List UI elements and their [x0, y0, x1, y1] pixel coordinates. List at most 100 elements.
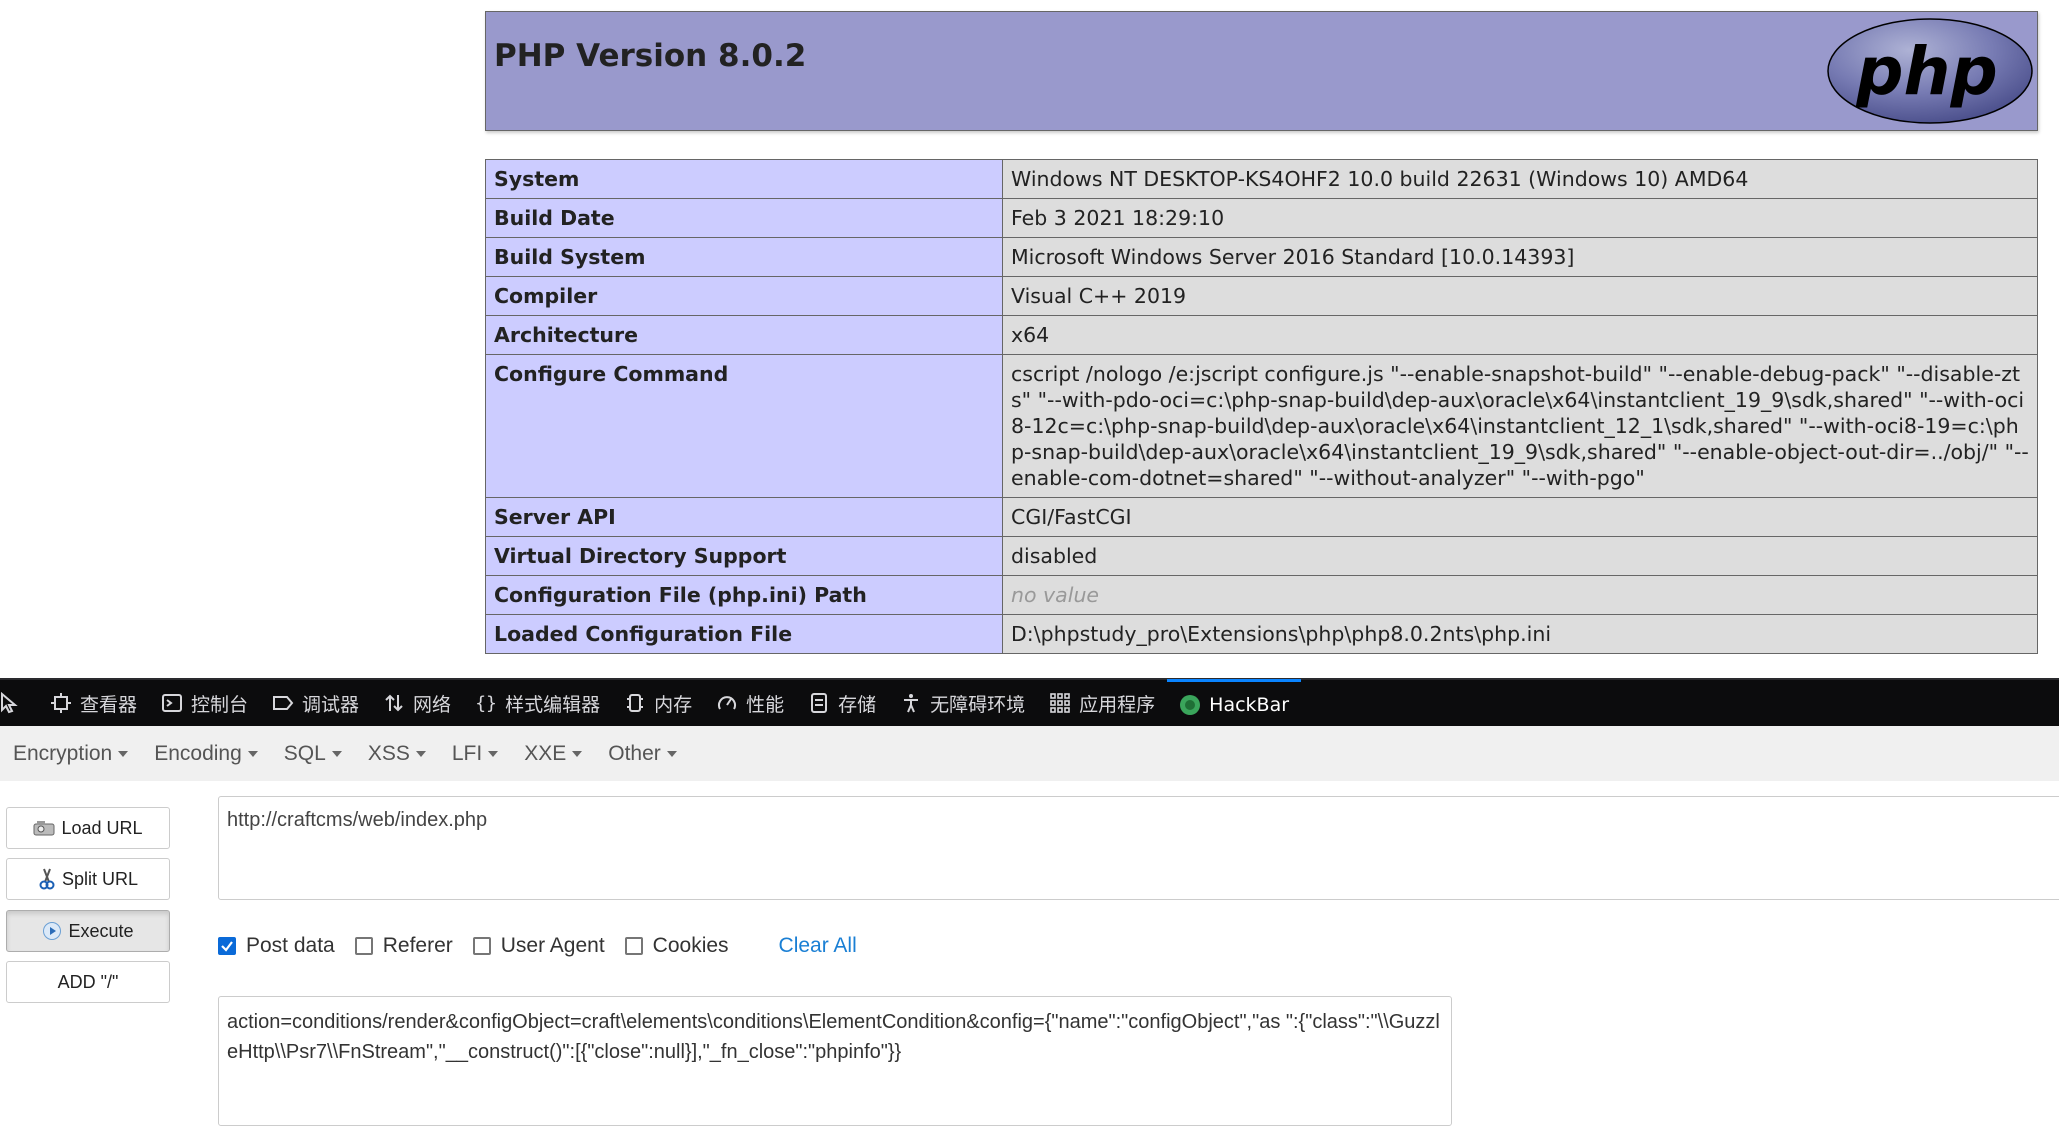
performance-icon: [716, 692, 738, 714]
debugger-icon: [272, 692, 294, 714]
referer-checkbox[interactable]: [354, 937, 373, 955]
menu-label: XXE: [524, 741, 567, 765]
phpinfo-value: D:\phpstudy_pro\Extensions\php\php8.0.2n…: [1002, 614, 2038, 654]
devtools-tab-label: 控制台: [191, 693, 249, 716]
scissors-icon: [38, 868, 56, 890]
accessibility-icon: [900, 692, 922, 714]
devtools-tab-label: 样式编辑器: [505, 693, 601, 716]
cookies-option[interactable]: Cookies: [624, 934, 729, 958]
user-agent-checkbox[interactable]: [472, 937, 491, 955]
phpinfo-page: PHP Version 8.0.2 php System Windows NT D…: [0, 0, 2059, 678]
caret-down-icon: [415, 750, 426, 757]
phpinfo-row: Compiler Visual C++ 2019: [485, 276, 2038, 316]
menu-sql[interactable]: SQL: [271, 742, 355, 766]
request-options: Post data Referer User Agent Cookies Cle…: [218, 926, 857, 966]
devtools-tab-debugger[interactable]: 调试器: [260, 681, 371, 725]
menu-encoding[interactable]: Encoding: [141, 742, 271, 766]
caret-down-icon: [247, 750, 258, 757]
devtools-tab-label: 查看器: [80, 693, 138, 716]
menu-label: Encryption: [13, 741, 113, 765]
load-url-button[interactable]: Load URL: [6, 807, 170, 849]
url-input[interactable]: http://craftcms/web/index.php: [218, 796, 2059, 900]
phpinfo-row: Configure Command cscript /nologo /e:jscr…: [485, 354, 2038, 498]
post-data-textarea[interactable]: action=conditions/render&configObject=cr…: [218, 996, 1452, 1126]
devtools-tab-style-editor[interactable]: {} 样式编辑器: [463, 681, 612, 725]
devtools-tab-application[interactable]: 应用程序: [1037, 681, 1167, 725]
phpinfo-row: Configuration File (php.ini) Path no valu…: [485, 575, 2038, 615]
inspector-icon: [50, 692, 72, 714]
phpinfo-value: CGI/FastCGI: [1002, 497, 2038, 537]
svg-text:php: php: [1855, 33, 1997, 110]
devtools-tab-network[interactable]: 网络: [371, 681, 463, 725]
devtools-tab-memory[interactable]: 内存: [612, 681, 704, 725]
devtools-tab-storage[interactable]: 存储: [796, 681, 888, 725]
user-agent-option[interactable]: User Agent: [472, 934, 605, 958]
execute-button[interactable]: Execute: [6, 910, 170, 952]
menu-xxe[interactable]: XXE: [511, 742, 595, 766]
cookies-checkbox[interactable]: [624, 937, 643, 955]
phpinfo-key: Architecture: [485, 315, 1003, 355]
post-data-label: Post data: [246, 934, 335, 957]
phpinfo-key: Configure Command: [485, 354, 1003, 498]
hackbar-menu: Encryption Encoding SQL XSS LFI XXE Other: [0, 726, 2059, 781]
phpinfo-table: System Windows NT DESKTOP-KS4OHF2 10.0 bu…: [485, 159, 2038, 654]
menu-other[interactable]: Other: [595, 742, 690, 766]
phpinfo-key: Compiler: [485, 276, 1003, 316]
devtools-tab-label: 存储: [838, 693, 877, 716]
post-data-value: action=conditions/render&configObject=cr…: [227, 1011, 1440, 1063]
menu-label: SQL: [283, 741, 326, 765]
url-value: http://craftcms/web/index.php: [227, 809, 488, 831]
user-agent-label: User Agent: [500, 934, 605, 957]
execute-label: Execute: [68, 920, 134, 941]
network-icon: [383, 692, 405, 714]
devtools-tab-label: 性能: [746, 693, 785, 716]
devtools-tab-label: HackBar: [1209, 693, 1290, 716]
phpinfo-value: Feb 3 2021 18:29:10: [1002, 198, 2038, 238]
menu-lfi[interactable]: LFI: [439, 742, 511, 766]
devtools-tab-label: 调试器: [302, 693, 360, 716]
devtools-tab-inspector[interactable]: 查看器: [38, 681, 149, 725]
devtools-tab-label: 应用程序: [1079, 693, 1156, 716]
menu-label: XSS: [367, 741, 410, 765]
menu-xss[interactable]: XSS: [355, 742, 439, 766]
add-slash-button[interactable]: ADD "/": [6, 961, 170, 1003]
phpinfo-key: System: [485, 159, 1003, 199]
phpinfo-value: x64: [1002, 315, 2038, 355]
devtools-tab-performance[interactable]: 性能: [704, 681, 796, 725]
play-icon: [42, 921, 62, 941]
hackbar-panel: Encryption Encoding SQL XSS LFI XXE Other Load…: [0, 726, 2059, 1126]
phpinfo-row: Build Date Feb 3 2021 18:29:10: [485, 198, 2038, 238]
devtools-tab-console[interactable]: 控制台: [149, 681, 260, 725]
add-slash-label: ADD "/": [57, 971, 119, 992]
application-icon: [1049, 692, 1071, 714]
post-data-option[interactable]: Post data: [218, 934, 335, 958]
element-picker-icon[interactable]: [0, 681, 38, 725]
caret-down-icon: [666, 750, 677, 757]
split-url-button[interactable]: Split URL: [6, 858, 170, 900]
devtools-tab-accessibility[interactable]: 无障碍环境: [888, 681, 1037, 725]
referer-label: Referer: [382, 934, 453, 957]
phpinfo-row: Build System Microsoft Windows Server 201…: [485, 237, 2038, 277]
php-logo: php: [1827, 18, 2033, 124]
phpinfo-key: Build System: [485, 237, 1003, 277]
post-data-checkbox[interactable]: [218, 937, 236, 955]
clear-all-link[interactable]: Clear All: [779, 934, 857, 958]
phpinfo-row: System Windows NT DESKTOP-KS4OHF2 10.0 bu…: [485, 159, 2038, 199]
storage-icon: [808, 692, 830, 714]
load-url-icon: [33, 819, 55, 837]
devtools-tab-label: 网络: [413, 693, 452, 716]
phpinfo-row: Virtual Directory Support disabled: [485, 536, 2038, 576]
menu-encryption[interactable]: Encryption: [0, 742, 141, 766]
referer-option[interactable]: Referer: [354, 934, 453, 958]
devtools-tab-hackbar[interactable]: HackBar: [1167, 679, 1302, 727]
caret-down-icon: [488, 750, 499, 757]
php-version-title: PHP Version 8.0.2: [494, 38, 807, 74]
caret-down-icon: [331, 750, 342, 757]
php-version-header: PHP Version 8.0.2 php: [485, 11, 2038, 131]
phpinfo-key: Virtual Directory Support: [485, 536, 1003, 576]
menu-label: LFI: [451, 741, 483, 765]
phpinfo-row: Architecture x64: [485, 315, 2038, 355]
phpinfo-value: Windows NT DESKTOP-KS4OHF2 10.0 build 22…: [1002, 159, 2038, 199]
phpinfo-key: Build Date: [485, 198, 1003, 238]
phpinfo-value: Visual C++ 2019: [1002, 276, 2038, 316]
